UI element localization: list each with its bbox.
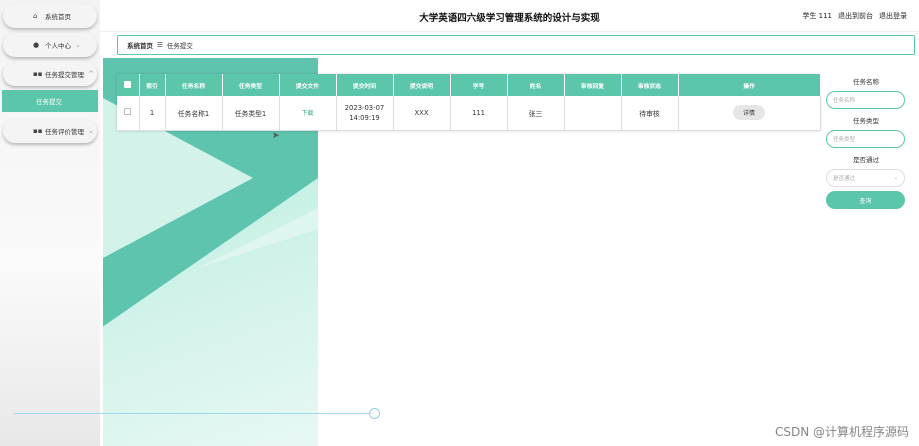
logout-link[interactable]: 退出登录 [879, 11, 907, 21]
task-type-label: 任务类型 [853, 117, 879, 125]
grid-icon: ▪▪ [33, 127, 43, 135]
column-header: 审核回复 [564, 74, 622, 96]
top-links: 学生 111 退出到前台 退出登录 [802, 11, 907, 21]
search-panel: 任务名称 任务名称 任务类型 任务类型 是否通过 是否通过 ⌄ 查询 [826, 76, 906, 209]
pass-label: 是否通过 [853, 156, 879, 164]
sidebar-subitem-label: 任务提交 [36, 98, 62, 106]
cell-student-name: 张三 [507, 96, 565, 131]
column-header: 提交时间 [336, 74, 394, 96]
horizontal-scroll-track[interactable] [14, 413, 374, 414]
breadcrumb-current: 任务提交 [166, 42, 193, 50]
chevron-up-icon: ^ [88, 70, 94, 78]
column-header: 索引 [139, 74, 166, 96]
sidebar-item-label: 系统首页 [45, 13, 71, 21]
cell-task-type: 任务类型1 [222, 96, 280, 131]
task-name-label: 任务名称 [853, 78, 879, 86]
home-icon: ⌂ [33, 12, 38, 20]
search-button[interactable]: 查询 [826, 191, 905, 209]
cell-actions: 详情 [678, 96, 821, 131]
cell-review-status: 待审核 [621, 96, 679, 131]
cell-task-name: 任务名称1 [165, 96, 223, 131]
cell-review-reply [564, 96, 622, 131]
column-header: 操作 [678, 74, 821, 96]
select-all-checkbox[interactable] [117, 74, 140, 96]
sidebar-item-label: 个人中心 [45, 42, 71, 50]
table-header-row: 索引 任务名称 任务类型 提交文件 提交时间 提交说明 学号 姓名 审核回复 审… [117, 74, 821, 96]
cell-file: 下载 [279, 96, 337, 131]
sidebar: ⌂ 系统首页 ● 个人中心 ⌄ ▪▪ 任务提交管理 ^ 任务提交 ▪▪ 任务评价… [0, 0, 100, 446]
grid-icon: ▪▪ [33, 70, 43, 78]
breadcrumb: 系统首页 ☰ 任务提交 [117, 35, 915, 55]
breadcrumb-separator-icon: ☰ [157, 41, 163, 49]
sidebar-subitem-task-submit[interactable]: 任务提交 [2, 90, 98, 112]
column-header: 提交文件 [279, 74, 337, 96]
column-header: 任务名称 [165, 74, 223, 96]
column-header: 任务类型 [222, 74, 280, 96]
cell-description: XXX [393, 96, 451, 131]
sidebar-item-task-submit-manage[interactable]: ▪▪ 任务提交管理 ^ [3, 62, 97, 86]
cell-submit-time: 2023-03-07 14:09:19 [336, 96, 394, 131]
page-title: 大学英语四六级学习管理系统的设计与实现 [419, 13, 600, 24]
column-header: 姓名 [507, 74, 565, 96]
column-header: 审核状态 [621, 74, 679, 96]
task-table: 索引 任务名称 任务类型 提交文件 提交时间 提交说明 学号 姓名 审核回复 审… [117, 74, 821, 131]
scroll-handle[interactable] [369, 408, 380, 419]
chevron-down-icon: ⌄ [75, 41, 81, 49]
watermark: CSDN @计算机程序源码 [774, 425, 909, 439]
sidebar-item-personal[interactable]: ● 个人中心 ⌄ [3, 33, 97, 57]
user-icon: ● [33, 41, 40, 49]
breadcrumb-home[interactable]: 系统首页 [127, 40, 153, 50]
column-header: 提交说明 [393, 74, 451, 96]
pass-select[interactable]: 是否通过 ⌄ [826, 169, 905, 187]
top-bar: 大学英语四六级学习管理系统的设计与实现 学生 111 退出到前台 退出登录 [100, 0, 919, 32]
pass-select-placeholder: 是否通过 [833, 176, 856, 182]
sidebar-item-label: 任务评价管理 [45, 128, 84, 136]
current-user: 学生 111 [802, 12, 832, 20]
download-link[interactable]: 下载 [301, 110, 313, 117]
sidebar-item-task-eval-manage[interactable]: ▪▪ 任务评价管理 ⌄ [3, 119, 97, 143]
chevron-down-icon: ⌄ [893, 175, 898, 181]
sidebar-item-home[interactable]: ⌂ 系统首页 [3, 4, 97, 28]
back-to-front-link[interactable]: 退出到前台 [838, 11, 873, 21]
sidebar-item-label: 任务提交管理 [45, 71, 84, 79]
table-row: 1 任务名称1 任务类型1 下载 2023-03-07 14:09:19 XXX… [117, 96, 821, 131]
chevron-down-icon: ⌄ [88, 127, 94, 135]
mouse-cursor-icon: ➤ [272, 131, 280, 141]
column-header: 学号 [450, 74, 508, 96]
detail-button[interactable]: 详情 [732, 105, 765, 121]
row-checkbox[interactable] [117, 96, 140, 131]
cell-index: 1 [139, 96, 166, 131]
cell-student-no: 111 [450, 96, 508, 131]
task-type-input[interactable]: 任务类型 [826, 130, 905, 148]
task-name-input[interactable]: 任务名称 [826, 91, 905, 109]
